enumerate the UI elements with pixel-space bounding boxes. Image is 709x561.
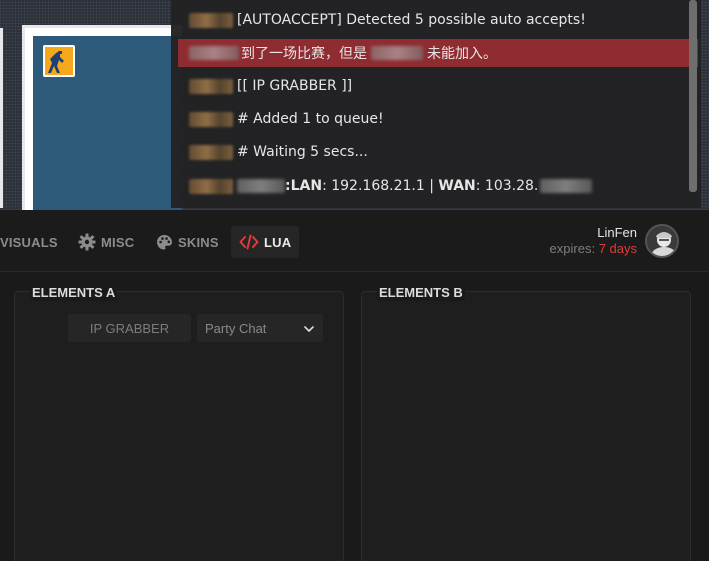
game-window-inner bbox=[33, 36, 182, 212]
user-info: LinFen expires: 7 days bbox=[550, 225, 637, 256]
wan-value: : 103.28. bbox=[475, 178, 539, 194]
redacted-text bbox=[237, 179, 285, 193]
avatar[interactable] bbox=[645, 224, 679, 258]
redacted-username bbox=[189, 78, 233, 94]
redacted-username bbox=[189, 46, 239, 60]
chat-line: # Added 1 to queue! bbox=[171, 105, 691, 133]
code-icon bbox=[239, 234, 259, 250]
wan-label: WAN bbox=[438, 178, 476, 194]
redacted-text bbox=[371, 46, 423, 60]
chat-message-part: 到了一场比赛，但是 bbox=[241, 46, 367, 62]
chat-line: [[ IP GRABBER ]] bbox=[171, 72, 691, 100]
username: LinFen bbox=[597, 225, 637, 240]
chat-line-highlighted: 到了一场比赛，但是 未能加入。 bbox=[178, 39, 698, 67]
tab-label: LUA bbox=[264, 234, 292, 250]
expires-label: expires: bbox=[549, 241, 596, 256]
gear-icon bbox=[78, 233, 96, 251]
tab-visuals[interactable]: VISUALS bbox=[0, 226, 66, 258]
chat-scrollbar[interactable] bbox=[689, 0, 697, 192]
elements-a-panel: ELEMENTS A IP GRABBER Party Chat bbox=[14, 285, 344, 561]
chat-line: [AUTOACCEPT] Detected 5 possible auto ac… bbox=[171, 6, 691, 34]
panel-title: ELEMENTS A bbox=[30, 285, 118, 301]
tab-skins[interactable]: SKINS bbox=[148, 226, 227, 258]
chat-message-part: 未能加入。 bbox=[427, 46, 497, 62]
dropdown-value: Party Chat bbox=[205, 320, 267, 336]
app-root: [AUTOACCEPT] Detected 5 possible auto ac… bbox=[0, 0, 709, 561]
ip-grabber-button[interactable]: IP GRABBER bbox=[68, 314, 191, 342]
chat-line: :LAN : 192.168.21.1 | WAN : 103.28. bbox=[171, 172, 691, 200]
chat-message: # Waiting 5 secs... bbox=[237, 144, 368, 160]
tab-label: MISC bbox=[101, 234, 135, 250]
expires-value: 7 days bbox=[598, 241, 637, 256]
game-logo-icon bbox=[43, 45, 75, 77]
chevron-down-icon bbox=[304, 321, 314, 336]
game-frame-edge bbox=[0, 28, 3, 208]
redacted-ip bbox=[540, 179, 593, 193]
tab-lua[interactable]: LUA bbox=[231, 226, 299, 258]
chat-message: [[ IP GRABBER ]] bbox=[237, 78, 353, 94]
panel-title: ELEMENTS B bbox=[377, 285, 465, 301]
lan-label: :LAN bbox=[285, 178, 323, 194]
chat-target-dropdown[interactable]: Party Chat bbox=[197, 314, 323, 342]
tab-label: VISUALS bbox=[0, 234, 58, 250]
tab-misc[interactable]: MISC bbox=[70, 226, 142, 258]
top-nav: VISUALS MISC SKINS LUA LinFen expires: 7… bbox=[0, 210, 709, 272]
chat-panel: [AUTOACCEPT] Detected 5 possible auto ac… bbox=[171, 0, 701, 208]
chat-message: [AUTOACCEPT] Detected 5 possible auto ac… bbox=[237, 12, 586, 28]
chat-line: # Waiting 5 secs... bbox=[171, 138, 691, 166]
palette-icon bbox=[156, 234, 173, 251]
lan-value: : 192.168.21.1 | bbox=[322, 178, 439, 194]
elements-b-panel: ELEMENTS B bbox=[361, 285, 691, 561]
redacted-username bbox=[189, 12, 233, 28]
game-viewport: [AUTOACCEPT] Detected 5 possible auto ac… bbox=[0, 0, 709, 215]
subscription-expiry: expires: 7 days bbox=[550, 241, 637, 256]
tab-label: SKINS bbox=[178, 234, 219, 250]
game-window bbox=[22, 25, 182, 215]
redacted-username bbox=[189, 178, 233, 194]
chat-message: # Added 1 to queue! bbox=[237, 111, 384, 127]
redacted-username bbox=[189, 144, 233, 160]
main-content: ELEMENTS A IP GRABBER Party Chat ELEMENT… bbox=[0, 272, 709, 561]
redacted-username bbox=[189, 111, 233, 127]
